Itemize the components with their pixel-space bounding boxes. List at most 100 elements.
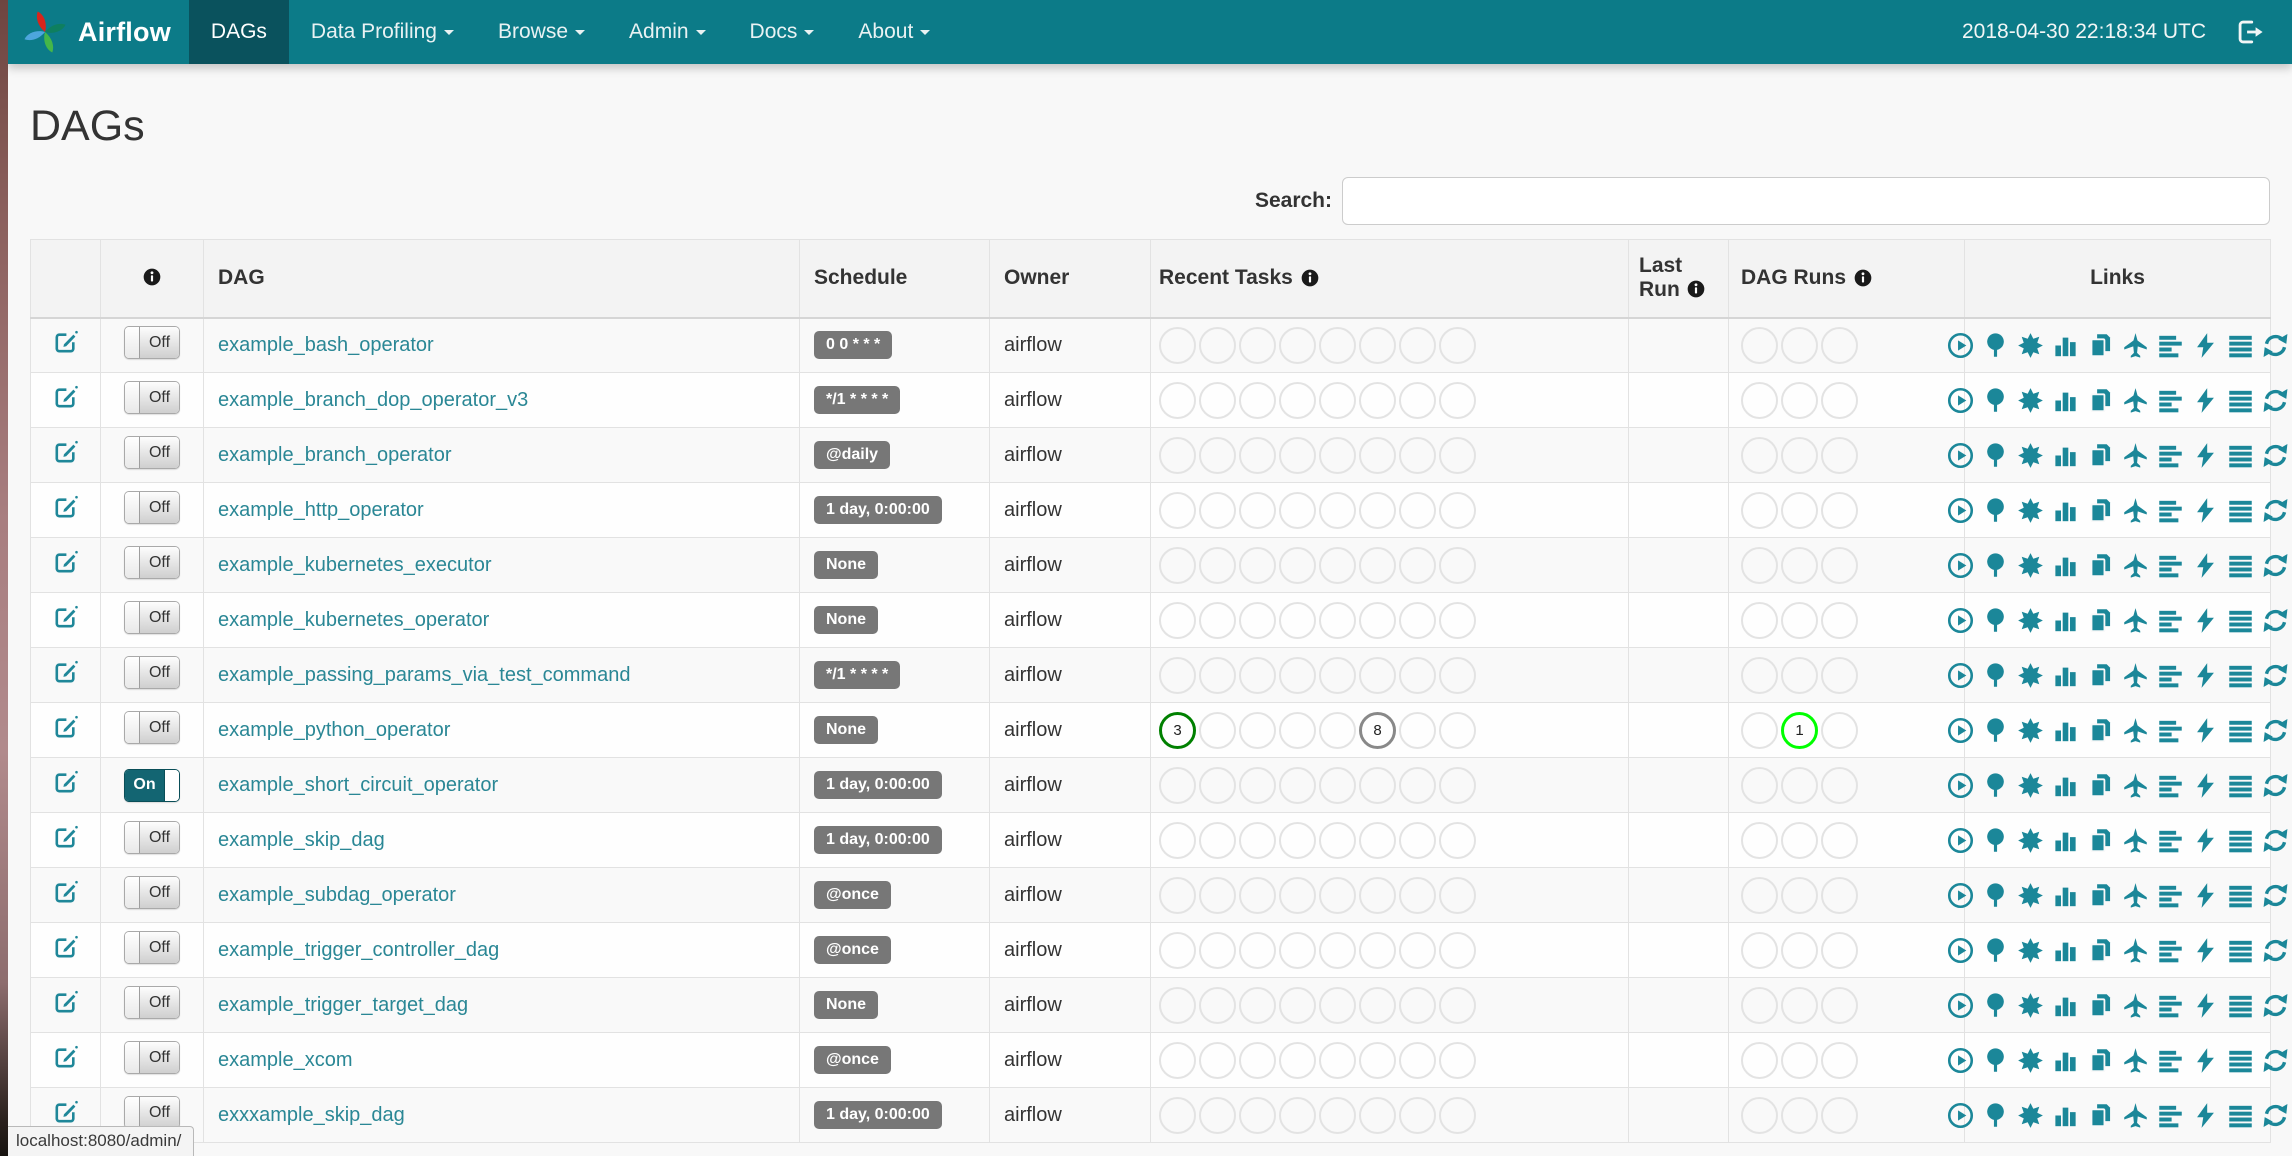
dag-name-link[interactable]: example_http_operator	[218, 499, 424, 521]
task-state-circle[interactable]: 3	[1159, 711, 1196, 749]
graph-view-icon[interactable]	[2017, 607, 2044, 634]
search-input[interactable]	[1342, 177, 2270, 225]
logs-icon[interactable]	[2227, 387, 2254, 414]
trigger-dag-icon[interactable]	[1947, 442, 1974, 469]
refresh-icon[interactable]	[2262, 442, 2289, 469]
trigger-dag-icon[interactable]	[1947, 552, 1974, 579]
schedule-badge[interactable]: None	[814, 991, 878, 1019]
gantt-icon[interactable]	[2157, 552, 2184, 579]
task-state-circle[interactable]: 8	[1359, 711, 1396, 749]
graph-view-icon[interactable]	[2017, 937, 2044, 964]
brand[interactable]: Airflow	[8, 0, 189, 64]
task-tries-icon[interactable]	[2087, 992, 2114, 1019]
nav-item-data-profiling[interactable]: Data Profiling	[289, 0, 476, 64]
edit-dag-icon[interactable]	[54, 770, 78, 794]
tree-view-icon[interactable]	[1982, 992, 2009, 1019]
refresh-icon[interactable]	[2262, 332, 2289, 359]
logs-icon[interactable]	[2227, 1047, 2254, 1074]
dag-name-link[interactable]: example_kubernetes_operator	[218, 609, 489, 631]
code-icon[interactable]	[2192, 387, 2219, 414]
landing-times-icon[interactable]	[2122, 442, 2149, 469]
task-duration-icon[interactable]	[2052, 772, 2079, 799]
edit-dag-icon[interactable]	[54, 495, 78, 519]
edit-dag-icon[interactable]	[54, 990, 78, 1014]
task-tries-icon[interactable]	[2087, 772, 2114, 799]
edit-dag-icon[interactable]	[54, 880, 78, 904]
dag-name-link[interactable]: example_branch_operator	[218, 444, 452, 466]
schedule-badge[interactable]: None	[814, 551, 878, 579]
nav-item-admin[interactable]: Admin	[607, 0, 728, 64]
task-tries-icon[interactable]	[2087, 1102, 2114, 1129]
dag-toggle[interactable]: Off	[124, 656, 180, 689]
dag-toggle[interactable]: Off	[124, 1041, 180, 1074]
dag-toggle[interactable]: Off	[124, 931, 180, 964]
graph-view-icon[interactable]	[2017, 1047, 2044, 1074]
landing-times-icon[interactable]	[2122, 662, 2149, 689]
dag-toggle[interactable]: Off	[124, 436, 180, 469]
dag-name-link[interactable]: example_trigger_target_dag	[218, 994, 468, 1016]
trigger-dag-icon[interactable]	[1947, 1047, 1974, 1074]
landing-times-icon[interactable]	[2122, 332, 2149, 359]
tree-view-icon[interactable]	[1982, 717, 2009, 744]
code-icon[interactable]	[2192, 442, 2219, 469]
tree-view-icon[interactable]	[1982, 827, 2009, 854]
refresh-icon[interactable]	[2262, 387, 2289, 414]
nav-item-browse[interactable]: Browse	[476, 0, 607, 64]
tree-view-icon[interactable]	[1982, 937, 2009, 964]
dag-toggle[interactable]: Off	[124, 1096, 180, 1129]
trigger-dag-icon[interactable]	[1947, 607, 1974, 634]
dag-name-link[interactable]: example_subdag_operator	[218, 884, 456, 906]
dag-toggle[interactable]: Off	[124, 546, 180, 579]
dag-toggle[interactable]: Off	[124, 491, 180, 524]
dag-name-link[interactable]: exxxample_skip_dag	[218, 1104, 405, 1126]
trigger-dag-icon[interactable]	[1947, 1102, 1974, 1129]
dag-name-link[interactable]: example_passing_params_via_test_command	[218, 664, 630, 686]
task-tries-icon[interactable]	[2087, 882, 2114, 909]
dag-name-link[interactable]: example_short_circuit_operator	[218, 774, 498, 796]
edit-dag-icon[interactable]	[54, 935, 78, 959]
edit-dag-icon[interactable]	[54, 1100, 78, 1124]
dag-name-link[interactable]: example_kubernetes_executor	[218, 554, 492, 576]
task-duration-icon[interactable]	[2052, 1102, 2079, 1129]
schedule-badge[interactable]: 1 day, 0:00:00	[814, 496, 942, 524]
dag-toggle[interactable]: Off	[124, 381, 180, 414]
schedule-badge[interactable]: None	[814, 716, 878, 744]
logs-icon[interactable]	[2227, 662, 2254, 689]
graph-view-icon[interactable]	[2017, 1102, 2044, 1129]
gantt-icon[interactable]	[2157, 827, 2184, 854]
gantt-icon[interactable]	[2157, 497, 2184, 524]
logs-icon[interactable]	[2227, 552, 2254, 579]
graph-view-icon[interactable]	[2017, 442, 2044, 469]
edit-dag-icon[interactable]	[54, 715, 78, 739]
edit-dag-icon[interactable]	[54, 440, 78, 464]
schedule-badge[interactable]: None	[814, 606, 878, 634]
dag-name-link[interactable]: example_trigger_controller_dag	[218, 939, 499, 961]
graph-view-icon[interactable]	[2017, 827, 2044, 854]
code-icon[interactable]	[2192, 717, 2219, 744]
landing-times-icon[interactable]	[2122, 497, 2149, 524]
task-tries-icon[interactable]	[2087, 827, 2114, 854]
tree-view-icon[interactable]	[1982, 552, 2009, 579]
refresh-icon[interactable]	[2262, 992, 2289, 1019]
dag-toggle[interactable]: Off	[124, 876, 180, 909]
nav-item-dags[interactable]: DAGs	[188, 0, 289, 64]
edit-dag-icon[interactable]	[54, 330, 78, 354]
landing-times-icon[interactable]	[2122, 882, 2149, 909]
logs-icon[interactable]	[2227, 772, 2254, 799]
landing-times-icon[interactable]	[2122, 607, 2149, 634]
logs-icon[interactable]	[2227, 717, 2254, 744]
task-duration-icon[interactable]	[2052, 607, 2079, 634]
trigger-dag-icon[interactable]	[1947, 717, 1974, 744]
nav-item-docs[interactable]: Docs	[728, 0, 837, 64]
schedule-badge[interactable]: 1 day, 0:00:00	[814, 771, 942, 799]
logs-icon[interactable]	[2227, 937, 2254, 964]
dag-name-link[interactable]: example_python_operator	[218, 719, 450, 741]
schedule-badge[interactable]: 1 day, 0:00:00	[814, 1101, 942, 1129]
logs-icon[interactable]	[2227, 442, 2254, 469]
landing-times-icon[interactable]	[2122, 827, 2149, 854]
schedule-badge[interactable]: 0 0 * * *	[814, 331, 893, 360]
task-tries-icon[interactable]	[2087, 1047, 2114, 1074]
task-duration-icon[interactable]	[2052, 387, 2079, 414]
logs-icon[interactable]	[2227, 882, 2254, 909]
landing-times-icon[interactable]	[2122, 1047, 2149, 1074]
